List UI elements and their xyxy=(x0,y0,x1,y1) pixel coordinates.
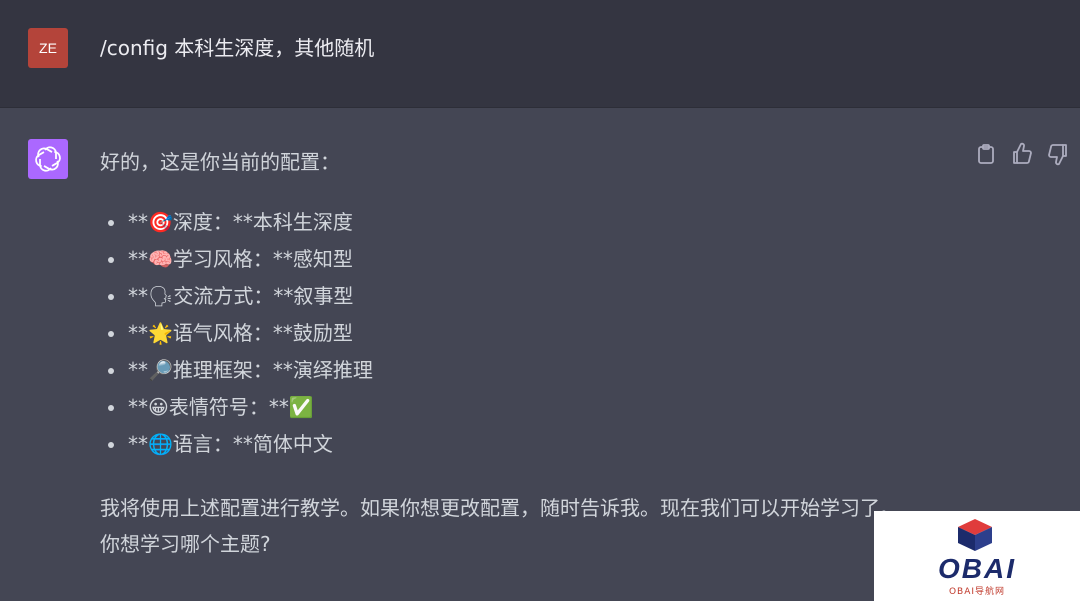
config-item-learning-style: **🧠学习风格：**感知型 xyxy=(108,241,373,278)
closing-line-2: 你想学习哪个主题? xyxy=(100,532,271,556)
user-message-text: /config 本科生深度，其他随机 xyxy=(100,36,375,60)
assistant-intro-text: 好的，这是你当前的配置： xyxy=(100,150,340,174)
thumbs-up-icon[interactable] xyxy=(1010,142,1034,166)
config-list: **🎯深度：**本科生深度 **🧠学习风格：**感知型 **🗣交流方式：**叙事… xyxy=(108,204,373,463)
watermark-brand: OBAI xyxy=(938,553,1016,584)
user-message-row: ZE /config 本科生深度，其他随机 xyxy=(0,0,1080,108)
user-avatar: ZE xyxy=(28,28,68,68)
config-item-tone: **🌟语气风格：**鼓励型 xyxy=(108,315,373,352)
config-item-language: **🌐语言：**简体中文 xyxy=(108,426,373,463)
cube-logo-icon xyxy=(952,517,998,557)
thumbs-down-icon[interactable] xyxy=(1046,142,1070,166)
clipboard-icon[interactable] xyxy=(974,142,998,166)
watermark: OBAI OBAI导航网 xyxy=(874,511,1080,601)
config-item-communication: **🗣交流方式：**叙事型 xyxy=(108,278,373,315)
config-item-reasoning: **🔎推理框架：**演绎推理 xyxy=(108,352,373,389)
closing-line-1: 我将使用上述配置进行教学。如果你想更改配置，随时告诉我。现在我们可以开始学习了。 xyxy=(100,496,900,520)
config-item-emoji: **😀表情符号：**✅ xyxy=(108,389,373,426)
watermark-subtitle: OBAI导航网 xyxy=(948,587,1006,597)
message-actions xyxy=(974,142,1070,166)
assistant-closing-text: 我将使用上述配置进行教学。如果你想更改配置，随时告诉我。现在我们可以开始学习了。… xyxy=(100,490,980,562)
chatgpt-logo-icon xyxy=(28,139,68,179)
config-item-depth: **🎯深度：**本科生深度 xyxy=(108,204,373,241)
